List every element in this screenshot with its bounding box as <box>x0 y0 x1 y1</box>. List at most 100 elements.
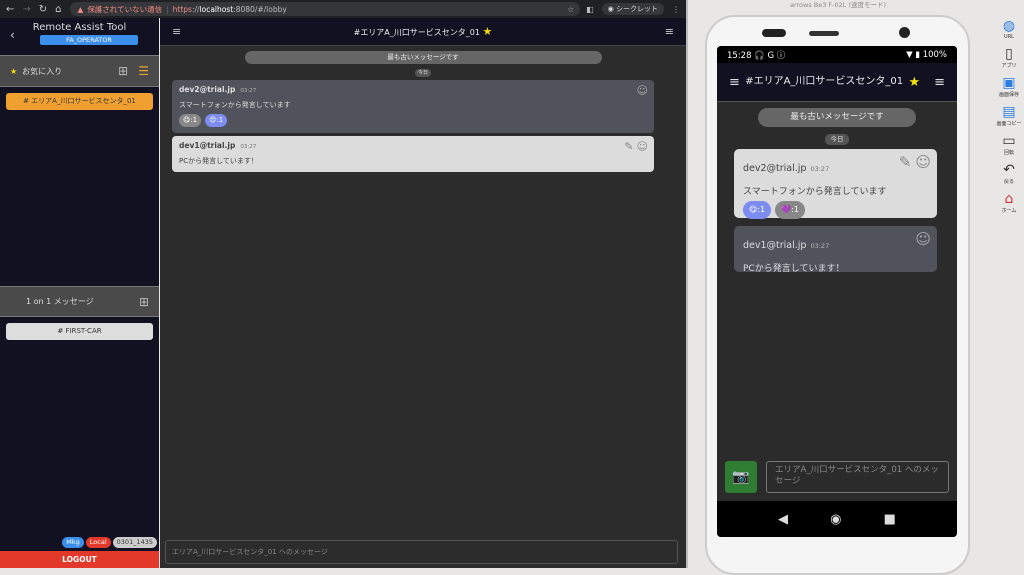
battery-level: 100% <box>922 49 947 60</box>
sidepanel-icon[interactable]: ◧ <box>586 5 594 14</box>
status-time: 15:28 <box>727 50 752 61</box>
edit-pencil-icon[interactable]: ✎ <box>899 153 912 171</box>
nav-home-icon[interactable]: ◉ <box>830 512 841 527</box>
phone-screen: 15:28 🎧 G ⓘ ▼ ▮ 100% ≡ #エリアA_川口サービスセンタ_0… <box>717 46 957 537</box>
favorites-label: お気に入り <box>22 66 63 76</box>
browser-toolbar: ← → ↻ ⌂ ▲ 保護されていない通信 | https://localhost:80… <box>0 0 686 18</box>
url-host: localhost <box>199 4 234 14</box>
url-scheme: https <box>172 4 192 14</box>
nav-recents-icon[interactable]: ■ <box>884 512 896 527</box>
reaction-chip[interactable]: 💜:1 <box>775 201 805 219</box>
image-save-icon: ▣ <box>1002 75 1016 91</box>
emoji-icon[interactable]: ☺ <box>915 230 931 248</box>
reload-icon[interactable]: ↻ <box>39 4 47 15</box>
url-path: :8080/#/lobby <box>233 4 287 14</box>
star-icon[interactable]: ★ <box>908 75 920 90</box>
tool-label: 回転 <box>1003 150 1014 156</box>
rotate-icon: ▭ <box>1002 133 1016 149</box>
logout-button[interactable]: LOGOUT <box>0 551 159 568</box>
security-warning: 保護されていない通信 <box>87 4 163 14</box>
message-text: スマートフォンから発言しています <box>743 187 887 197</box>
channel-title: #エリアA_川口サービスセンタ_01 <box>353 28 480 37</box>
message-text: PCから発言しています！ <box>743 264 845 274</box>
tool-label: ホーム <box>1001 208 1017 214</box>
list-icon[interactable]: ☰ <box>138 64 149 78</box>
tool-home[interactable]: ⌂ ホーム <box>1002 191 1017 214</box>
tool-label: 戻る <box>1003 179 1014 185</box>
status-icons: 🎧 G ⓘ <box>754 50 786 61</box>
env-badge: Mkg <box>62 537 84 548</box>
globe-icon: ◍ <box>1002 18 1016 34</box>
tool-back[interactable]: ↶ 戻る <box>1003 162 1015 185</box>
phone-camera <box>899 27 910 38</box>
message-text: PCから発言しています！ <box>179 157 258 165</box>
tool-copy[interactable]: ▤ 画面コピー <box>996 104 1021 127</box>
window-divider <box>686 0 688 568</box>
warning-icon: ▲ <box>77 4 84 14</box>
hamburger-icon[interactable]: ≡ <box>729 75 740 90</box>
home-icon: ⌂ <box>1004 191 1014 207</box>
menu-icon[interactable]: ⋮ <box>672 5 680 14</box>
menu-icon[interactable]: ≡ <box>665 25 674 38</box>
message-user: dev2@trial.jp <box>179 85 236 94</box>
camera-button[interactable]: 📷 <box>725 461 757 493</box>
add-dm-icon[interactable]: ⊞ <box>139 295 149 309</box>
message-user: dev1@trial.jp <box>743 240 807 251</box>
add-channel-icon[interactable]: ⊞ <box>118 64 128 78</box>
star-icon[interactable]: ★ <box>483 25 493 38</box>
star-icon: ★ <box>10 66 18 76</box>
bookmark-star-icon[interactable]: ☆ <box>567 5 574 14</box>
tool-label: アプリ <box>1001 63 1017 69</box>
tool-app[interactable]: ▯ アプリ <box>1001 46 1016 69</box>
reaction-chip[interactable]: 😋:1 <box>743 201 772 219</box>
phone-sensor <box>762 29 786 37</box>
emoji-icon[interactable]: ☺ <box>915 153 931 171</box>
tool-url[interactable]: ◍ URL <box>1003 18 1015 40</box>
chat-main: ≡ #エリアA_川口サービスセンタ_01 ★ ≡ 最も古いメッセージです 今日 … <box>160 18 686 568</box>
channel-title: #エリアA_川口サービスセンタ_01 <box>745 76 904 87</box>
message-time: 03:27 <box>810 165 830 173</box>
sidebar: ‹ Remote Assist Tool FA_OPERATOR ★ お気に入り… <box>0 18 159 568</box>
forward-icon[interactable]: → <box>22 4 30 15</box>
incognito-badge[interactable]: ◉ シークレット <box>601 3 664 15</box>
oldest-message-banner[interactable]: 最も古いメッセージです <box>758 108 916 127</box>
oldest-message-banner[interactable]: 最も古いメッセージです <box>244 51 602 64</box>
emoji-icon[interactable]: ☺ <box>637 140 648 153</box>
incognito-label: シークレット <box>616 5 658 13</box>
hamburger-icon[interactable]: ≡ <box>172 25 181 38</box>
channel-item[interactable]: # エリアA_川口サービスセンタ_01 <box>6 93 153 110</box>
dm-channel-item[interactable]: # FIRST-CAR <box>6 323 153 340</box>
message: dev2@trial.jp 03:27 スマートフォンから発言しています 😋:1 … <box>734 149 937 219</box>
android-nav-bar: ◀ ◉ ■ <box>717 501 957 537</box>
address-bar[interactable]: ▲ 保護されていない通信 | https://localhost:8080/#/… <box>69 2 581 16</box>
message-input[interactable]: エリアA_川口サービスセンタ_01 へのメッセージ <box>165 540 678 564</box>
back-icon[interactable]: ← <box>6 4 14 15</box>
message-user: dev2@trial.jp <box>743 163 807 174</box>
emoji-icon[interactable]: ☺ <box>637 84 648 97</box>
dm-header: 1 on 1 メッセージ ⊞ <box>0 286 159 317</box>
message-input[interactable]: エリアA_川口サービスセンタ_01 へのメッセージ <box>766 461 949 493</box>
back-arrow-icon: ↶ <box>1003 162 1015 178</box>
role-badge: FA_OPERATOR <box>40 35 138 45</box>
message-text: スマートフォンから発言しています <box>179 101 291 109</box>
tool-rotate[interactable]: ▭ 回転 <box>1002 133 1015 156</box>
simulator-toolbar: ◍ URL ▯ アプリ ▣ 画面保存 ▤ 画面コピー ▭ 回転 ↶ 戻る ⌂ ホーム <box>994 18 1024 214</box>
tool-screenshot[interactable]: ▣ 画面保存 <box>999 75 1019 98</box>
message: dev2@trial.jp 03:27 スマートフォンから発言しています 😋:1 … <box>172 80 654 133</box>
menu-icon[interactable]: ≡ <box>934 75 945 90</box>
reaction-chip[interactable]: 😋:1 <box>179 114 202 127</box>
favorites-header: ★ お気に入り ⊞ ☰ <box>0 56 159 87</box>
version-badge: 0301_1435 <box>112 537 157 548</box>
message-user: dev1@trial.jp <box>179 141 236 150</box>
date-divider: 今日 <box>415 69 431 77</box>
signal-icon: ▼ ▮ <box>906 49 920 60</box>
server-badge: Local <box>85 537 111 548</box>
reaction-chip[interactable]: 😍:1 <box>205 114 228 127</box>
home-icon[interactable]: ⌂ <box>55 4 61 15</box>
tool-label: 画面保存 <box>998 92 1019 98</box>
date-divider: 今日 <box>825 134 849 145</box>
app-title: Remote Assist Tool <box>32 22 127 33</box>
message-time: 03:27 <box>240 88 257 94</box>
nav-back-icon[interactable]: ◀ <box>778 512 788 527</box>
edit-pencil-icon[interactable]: ✎ <box>624 140 633 153</box>
